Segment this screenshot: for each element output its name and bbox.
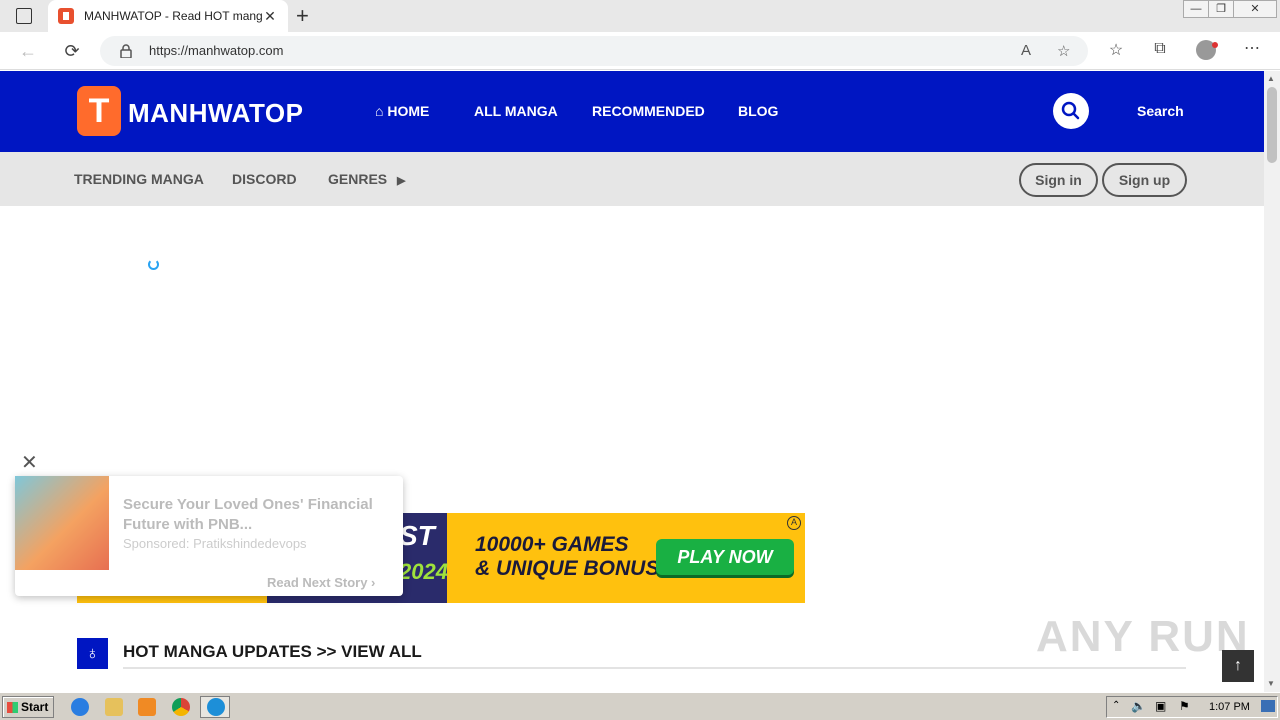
start-button[interactable]: Start — [2, 696, 54, 718]
system-tray: ⌃ 🔈 ▣ ⚑ — [1106, 696, 1278, 718]
popup-thumbnail — [15, 476, 109, 570]
close-window-button[interactable]: ✕ — [1233, 0, 1277, 18]
volume-icon[interactable]: 🔈 — [1131, 699, 1146, 713]
address-bar-row: ← ⟳ https://manhwatop.com A ☆ ☆ ⧉ ⋯ — [0, 32, 1280, 70]
media-player-icon[interactable] — [138, 698, 156, 716]
tab-close-icon[interactable]: ✕ — [262, 8, 278, 25]
caret-right-icon: ▶ — [397, 175, 406, 187]
nav-home[interactable]: ⌂ HOME — [375, 103, 429, 119]
logo-text[interactable]: MANHWATOP — [128, 98, 303, 129]
site-favicon-icon — [58, 8, 74, 24]
tab-title: MANHWATOP - Read HOT manga — [84, 9, 262, 23]
os-taskbar: Start ⌃ 🔈 ▣ ⚑ 1:07 PM — [0, 692, 1280, 720]
hot-badge-icon: ♁ — [77, 638, 108, 669]
popup-sponsor: Sponsored: Pratikshindedevops — [123, 536, 307, 551]
browser-tab-bar: MANHWATOP - Read HOT manga ✕ + — ❐ ✕ — [0, 0, 1280, 32]
flag-icon[interactable]: ⚑ — [1179, 699, 1190, 713]
folder-icon[interactable] — [105, 698, 123, 716]
popup-title[interactable]: Secure Your Loved Ones' Financial Future… — [123, 495, 383, 535]
sponsored-popup[interactable]: Secure Your Loved Ones' Financial Future… — [15, 476, 403, 596]
ad-partial-text: ST — [399, 520, 435, 551]
collections-icon[interactable]: ⧉ — [1148, 40, 1172, 58]
home-icon: ⌂ — [375, 103, 384, 119]
logo-mark-icon[interactable]: T — [77, 86, 121, 136]
edge-icon — [207, 698, 225, 716]
sub-navigation: TRENDING MANGA DISCORD GENRES ▶ Sign in … — [0, 152, 1264, 206]
nav-trending-manga[interactable]: TRENDING MANGA — [74, 171, 204, 187]
nav-blog[interactable]: BLOG — [738, 103, 778, 119]
sign-up-button[interactable]: Sign up — [1102, 163, 1187, 197]
network-icon[interactable]: ▣ — [1155, 699, 1166, 713]
new-tab-button[interactable]: + — [296, 3, 309, 29]
windows-logo-icon — [7, 702, 18, 713]
ad-year-text: 2024 — [399, 559, 448, 584]
loading-spinner-icon — [148, 259, 159, 270]
restore-button[interactable]: ❐ — [1208, 0, 1234, 18]
scroll-up-icon[interactable]: ▲ — [1267, 74, 1275, 83]
tab-actions-icon[interactable] — [16, 8, 32, 24]
section-divider — [123, 667, 1186, 669]
favorites-icon[interactable]: ☆ — [1104, 40, 1128, 60]
nav-genres[interactable]: GENRES ▶ — [328, 171, 405, 187]
more-menu-icon[interactable]: ⋯ — [1240, 38, 1264, 58]
play-now-button[interactable]: PLAY NOW — [656, 539, 794, 575]
read-next-story-link[interactable]: Read Next Story › — [267, 575, 375, 590]
profile-notification-dot — [1212, 42, 1218, 48]
lock-icon — [120, 44, 132, 58]
page-scrollbar[interactable]: ▲ ▼ — [1264, 71, 1280, 692]
taskbar-edge-button[interactable] — [200, 696, 230, 718]
nav-genres-label: GENRES — [328, 171, 388, 187]
sign-in-button[interactable]: Sign in — [1019, 163, 1098, 197]
browser-tab[interactable]: MANHWATOP - Read HOT manga ✕ — [48, 0, 288, 32]
ad-choices-icon[interactable]: A — [787, 516, 801, 530]
add-favorite-icon[interactable]: ☆ — [1057, 42, 1070, 60]
watermark: ANY RUN — [1036, 612, 1250, 661]
scroll-down-icon[interactable]: ▼ — [1267, 679, 1275, 688]
search-button[interactable] — [1053, 93, 1089, 129]
read-aloud-icon[interactable]: A — [1021, 42, 1031, 59]
scrollbar-thumb[interactable] — [1267, 87, 1277, 163]
refresh-icon[interactable]: ⟳ — [60, 40, 84, 64]
ie-icon[interactable] — [71, 698, 89, 716]
tray-expand-icon[interactable]: ⌃ — [1112, 700, 1120, 711]
site-header: T MANHWATOP ⌂ HOME ALL MANGA RECOMMENDED… — [0, 71, 1264, 152]
chrome-icon[interactable] — [172, 698, 190, 716]
read-next-label: Read Next Story — [267, 575, 368, 590]
back-to-top-button[interactable]: ↑ — [1222, 650, 1254, 682]
search-icon — [1061, 101, 1080, 120]
back-icon[interactable]: ← — [16, 40, 40, 64]
ad-headline-line1: 10000+ GAMES — [475, 533, 629, 556]
address-field[interactable]: https://manhwatop.com A ☆ — [100, 36, 1088, 66]
start-label: Start — [21, 700, 49, 714]
minimize-button[interactable]: — — [1183, 0, 1209, 18]
nav-home-label: HOME — [387, 103, 430, 119]
chevron-right-icon: › — [371, 575, 376, 590]
clock[interactable]: 1:07 PM — [1209, 701, 1250, 713]
nav-recommended[interactable]: RECOMMENDED — [592, 103, 705, 119]
nav-all-manga[interactable]: ALL MANGA — [474, 103, 558, 119]
ad-headline-line2: & UNIQUE BONUS — [475, 557, 660, 580]
nav-discord[interactable]: DISCORD — [232, 171, 297, 187]
popup-close-icon[interactable]: ✕ — [21, 450, 38, 475]
url-text: https://manhwatop.com — [149, 43, 284, 58]
show-desktop-icon[interactable] — [1261, 700, 1275, 712]
ad-headline: 10000+ GAMES & UNIQUE BONUS — [475, 533, 659, 581]
section-title[interactable]: HOT MANGA UPDATES >> VIEW ALL — [123, 642, 422, 662]
search-label[interactable]: Search — [1137, 103, 1184, 119]
